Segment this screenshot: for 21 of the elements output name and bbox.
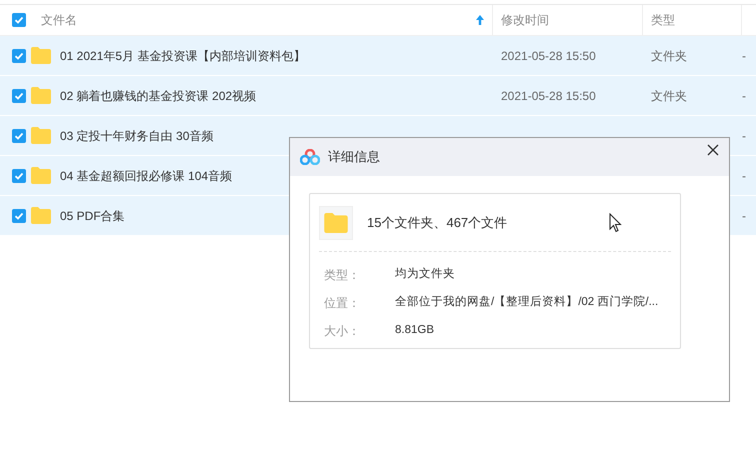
file-size: - (742, 88, 746, 104)
modified-time: 2021-05-28 15:50 (501, 88, 596, 102)
modified-time: 2021-05-28 15:50 (501, 48, 596, 62)
file-name: 05 PDF合集 (60, 208, 125, 224)
file-size: - (742, 48, 746, 64)
detail-value: 全部位于我的网盘/【整理后资料】/02 西门学院/... (395, 294, 658, 310)
file-type: 文件夹 (651, 88, 687, 102)
selection-summary: 15个文件夹、467个文件 (367, 214, 508, 232)
detail-value: 8.81GB (395, 323, 434, 338)
file-type: 文件夹 (651, 48, 687, 62)
detail-value: 均为文件夹 (395, 266, 455, 282)
detail-label: 大小： (323, 323, 361, 340)
detail-label: 位置： (323, 295, 361, 312)
file-size: - (742, 208, 746, 224)
file-name: 02 躺着也赚钱的基金投资课 202视频 (60, 88, 256, 104)
file-name: 04 基金超额回报必修课 104音频 (60, 168, 232, 184)
file-size: - (742, 128, 746, 144)
file-name: 01 2021年5月 基金投资课【内部培训资料包】 (60, 48, 306, 64)
file-name: 03 定投十年财务自由 30音频 (60, 128, 214, 144)
detail-label: 类型： (323, 267, 361, 284)
file-size: - (742, 168, 746, 184)
